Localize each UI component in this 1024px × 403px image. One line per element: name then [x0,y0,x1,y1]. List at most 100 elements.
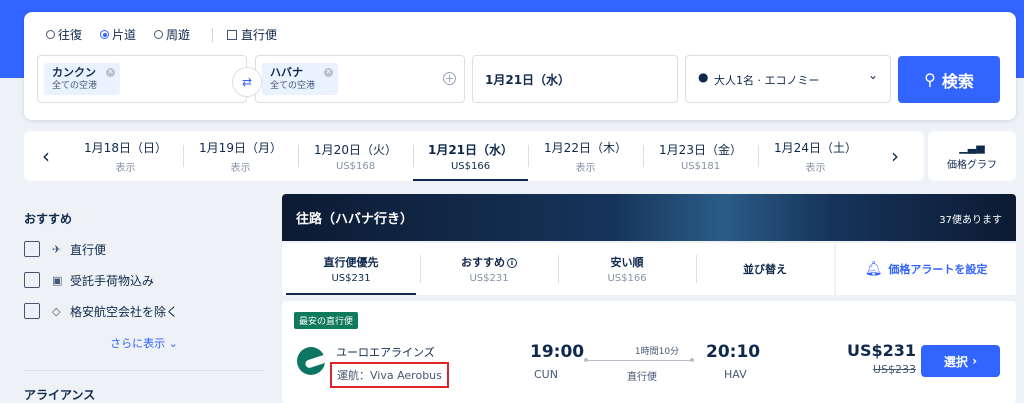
sort-dropdown[interactable]: 並び替え [696,243,834,295]
date-option[interactable]: 1月20日（火） US$168 [298,131,413,181]
origin-city: カンクン [52,66,96,79]
price-graph-label: 価格グラフ [947,160,997,171]
date-option-price: 表示 [805,162,826,174]
date-option[interactable]: 1月23日（金） US$181 [643,131,758,181]
radio-icon [46,30,55,39]
date-option-date: 1月22日（木） [544,140,627,155]
sort-tab-label: 並び替え [743,263,787,276]
radio-selected-icon [100,30,110,39]
date-option-price: 表示 [575,162,596,174]
date-option-price: US$181 [680,160,721,172]
trip-type-oneway[interactable]: 片道 [100,26,136,43]
origin-field[interactable]: カンクン 全ての空港 ✕ [37,55,247,103]
search-button[interactable]: ⚲ 検索 [898,56,1000,103]
add-destination-icon[interactable]: + [443,72,456,85]
info-icon[interactable]: i [507,258,517,268]
date-option[interactable]: 1月24日（土） 表示 [758,131,873,181]
price-alert-button[interactable]: 🔔︎ 価格アラートを設定 [836,243,1016,295]
flight-card[interactable]: 最安の直行便 ユーロエアラインズ 運航：Viva Aerobus 19:00 C… [282,301,1016,403]
cheapest-direct-badge: 最安の直行便 [294,312,359,329]
alliance-title: アライアンス [24,388,96,402]
direct-only-checkbox[interactable]: 直行便 [227,26,277,43]
price-graph-button[interactable]: ▁▃▅ 価格グラフ [928,131,1016,181]
select-label: 選択 [943,354,968,369]
filter-sidebar: おすすめ ✈ 直行便 ▣ 受託手荷物込み ◇ 格安航空会社を除く さらに表示 ⌄… [24,190,264,403]
results-banner: 往路（ハバナ行き） 37便あります [282,194,1016,241]
destination-chip: ハバナ 全ての空港 ✕ [262,63,338,95]
passenger-select[interactable]: ● 大人1名 · エコノミー ⌄ [685,55,891,103]
destination-sub: 全ての空港 [270,81,316,91]
chevron-down-icon: ⌄ [165,337,178,350]
date-option-date: 1月20日（火） [314,142,397,157]
destination-city: ハバナ [270,66,303,79]
flight-duration: 1時間10分 [634,347,680,357]
filter-direct[interactable]: ✈ 直行便 [24,240,264,258]
sort-tab-price: US$231 [331,273,371,284]
filter-label: 直行便 [70,242,107,257]
divider [212,27,214,42]
date-option[interactable]: 1月18日（日） 表示 [68,131,183,181]
date-option-date: 1月18日（日） [84,140,167,155]
filter-no-lcc[interactable]: ◇ 格安航空会社を除く [24,302,264,320]
passenger-value: 大人1名 · エコノミー [714,74,820,87]
sort-tab-recommended[interactable]: おすすめ i US$231 [420,243,558,295]
sort-bar: 直行便優先 US$231 おすすめ i US$231 安い順 US$166 並び替… [282,243,1016,295]
date-option-date: 1月23日（金） [659,142,742,157]
checkbox-icon [227,29,238,40]
airline-name: ユーロエアラインズ [336,346,435,359]
remove-destination-icon[interactable]: ✕ [324,68,333,77]
original-price: US$233 [872,363,916,376]
trip-type-multicity[interactable]: 周遊 [154,26,190,43]
date-option[interactable]: 1月22日（木） 表示 [528,131,643,181]
trip-type-label: 往復 [58,28,83,42]
direct-only-label: 直行便 [241,28,278,42]
filter-baggage[interactable]: ▣ 受託手荷物込み [24,271,264,289]
sort-tab-label: おすすめ [461,256,505,269]
trip-type-group: 往復 片道 周遊 直行便 [46,26,295,43]
chevron-right-icon: › [891,144,899,168]
arrival-time: 20:10 [706,342,761,362]
date-option-price: 表示 [115,162,136,174]
sort-tab-label: 直行便優先 [323,256,379,269]
select-button[interactable]: 選択 › [921,345,1000,377]
operated-by: 運航：Viva Aerobus [330,362,449,388]
sidebar-title: おすすめ [24,212,73,226]
sort-tabs: 直行便優先 US$231 おすすめ i US$231 安い順 US$166 並び替… [282,243,834,295]
sort-tab-direct[interactable]: 直行便優先 US$231 [282,243,420,295]
date-option-price: US$166 [450,160,491,172]
next-dates-button[interactable]: › [873,131,917,181]
banner-title: 往路（ハバナ行き） [296,212,414,227]
chevron-left-icon: ‹ [42,144,50,168]
date-value: 1月21日（水） [485,73,571,87]
chevron-right-icon: › [967,354,978,368]
swap-button[interactable]: ⇄ [232,67,262,97]
airline-logo [297,347,325,375]
sort-tab-cheapest[interactable]: 安い順 US$166 [558,243,696,295]
stops-label: 直行便 [627,372,657,383]
checkbox-icon[interactable] [24,272,40,288]
tag-icon: ◇ [52,304,61,318]
date-field[interactable]: 1月21日（水） [472,55,678,103]
trip-type-label: 片道 [112,28,137,42]
show-more-link[interactable]: さらに表示 ⌄ [24,335,264,351]
date-option-date: 1月24日（土） [774,140,857,155]
search-icon: ⚲ [924,70,936,89]
remove-origin-icon[interactable]: ✕ [106,68,115,77]
date-strip: ‹ 1月18日（日） 表示 1月19日（月） 表示 1月20日（火） US$16… [24,131,924,181]
date-option-price: US$168 [335,160,376,172]
trip-type-roundtrip[interactable]: 往復 [46,26,82,43]
date-option[interactable]: 1月19日（月） 表示 [183,131,298,181]
prev-dates-button[interactable]: ‹ [24,131,68,181]
radio-icon [154,30,164,39]
checkbox-icon[interactable] [24,241,40,257]
date-option-selected[interactable]: 1月21日（水） US$166 [413,131,528,181]
route-line [584,358,694,362]
date-option-date: 1月21日（水） [427,142,514,157]
destination-field[interactable]: ハバナ 全ての空港 ✕ + [255,55,465,103]
plane-icon: ✈ [52,242,62,256]
sort-tab-price: US$231 [469,273,509,284]
filter-label: 格安航空会社を除く [70,304,179,319]
checkbox-icon[interactable] [24,303,40,319]
sort-tab-label: 安い順 [610,256,644,269]
filter-label: 受託手荷物込み [70,273,155,288]
